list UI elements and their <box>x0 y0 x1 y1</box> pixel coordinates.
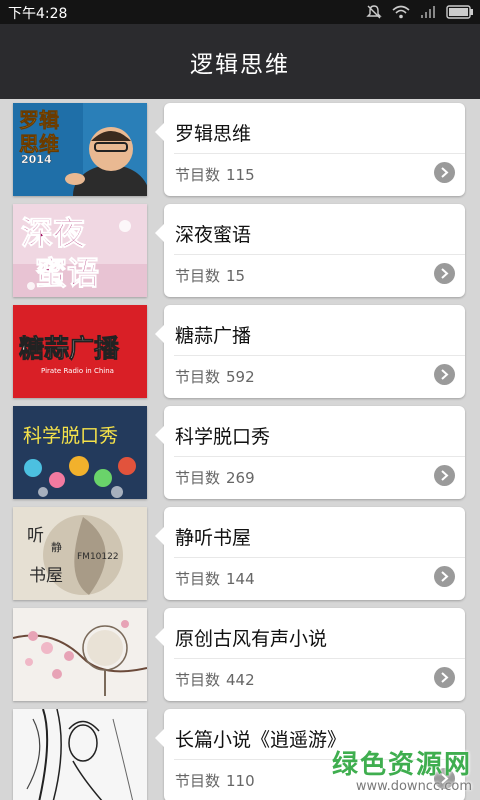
program-count: 节目数 15 <box>175 265 245 286</box>
divider <box>174 658 465 659</box>
kexue-thumbnail-image: 科学脱口秀 <box>13 406 147 499</box>
list-item[interactable]: 深夜 蜜语 深夜蜜语 节目数 15 <box>0 200 480 301</box>
card-pointer <box>155 729 164 747</box>
status-bar: 下午4:28 <box>0 0 480 24</box>
program-thumbnail[interactable]: 糖蒜广播 Pirate Radio in China <box>13 305 147 398</box>
count-label: 节目数 <box>175 469 221 487</box>
wifi-icon <box>392 5 410 19</box>
program-thumbnail[interactable]: 罗辑 思维 2014 <box>13 103 147 196</box>
program-title: 长篇小说《逍遥游》 <box>175 729 347 751</box>
program-list[interactable]: 罗辑 思维 2014 罗辑思维 节目数 115 深夜 蜜语 深夜蜜语 节目数 1… <box>0 99 480 800</box>
program-card[interactable]: 科学脱口秀 节目数 269 <box>155 406 465 499</box>
divider <box>174 355 465 356</box>
count-value: 269 <box>226 469 255 487</box>
count-value: 442 <box>226 671 255 689</box>
watermark: 绿色资源网 www.downcc.com <box>332 744 472 794</box>
thumbnail-text: 糖蒜广播 <box>19 334 120 363</box>
signal-icon <box>421 6 435 18</box>
card-pointer <box>155 325 164 343</box>
count-value: 592 <box>226 368 255 386</box>
program-title: 深夜蜜语 <box>175 224 252 246</box>
program-count: 节目数 442 <box>175 669 255 690</box>
count-label: 节目数 <box>175 267 221 285</box>
list-item[interactable]: 原创古风有声小说 节目数 442 <box>0 604 480 705</box>
count-value: 110 <box>226 772 255 790</box>
program-card[interactable]: 静听书屋 节目数 144 <box>155 507 465 600</box>
divider <box>174 153 465 154</box>
list-item[interactable]: 糖蒜广播 Pirate Radio in China 糖蒜广播 节目数 592 <box>0 301 480 402</box>
card-pointer <box>155 224 164 242</box>
count-value: 144 <box>226 570 255 588</box>
thumbnail-text: FM10122 <box>77 552 119 562</box>
thumbnail-text: 书屋 <box>29 566 63 586</box>
program-count: 节目数 115 <box>175 164 255 185</box>
program-title: 罗辑思维 <box>175 123 252 145</box>
program-card[interactable]: 罗辑思维 节目数 115 <box>155 103 465 196</box>
thumbnail-text: 2014 <box>21 153 52 166</box>
luoji-thumbnail-image: 罗辑 思维 2014 <box>13 103 147 196</box>
list-item[interactable]: 罗辑 思维 2014 罗辑思维 节目数 115 <box>0 99 480 200</box>
thumbnail-text: 科学脱口秀 <box>23 425 118 447</box>
list-item[interactable]: 科学脱口秀 科学脱口秀 节目数 269 <box>0 402 480 503</box>
program-card[interactable]: 深夜蜜语 节目数 15 <box>155 204 465 297</box>
watermark-title: 绿色资源网 <box>331 750 472 780</box>
program-thumbnail[interactable]: 科学脱口秀 <box>13 406 147 499</box>
program-title: 糖蒜广播 <box>175 325 252 347</box>
chevron-right-icon[interactable] <box>434 162 455 183</box>
status-icons <box>366 3 474 21</box>
mute-icon <box>366 5 382 19</box>
chevron-right-icon[interactable] <box>434 263 455 284</box>
program-thumbnail[interactable]: 深夜 蜜语 <box>13 204 147 297</box>
program-count: 节目数 269 <box>175 467 255 488</box>
count-label: 节目数 <box>175 570 221 588</box>
gufeng-thumbnail-image <box>13 608 147 701</box>
program-thumbnail[interactable] <box>13 608 147 701</box>
chevron-right-icon[interactable] <box>434 667 455 688</box>
chevron-right-icon[interactable] <box>434 566 455 587</box>
program-thumbnail[interactable] <box>13 709 147 800</box>
list-item[interactable]: 听 静 书屋 FM10122 静听书屋 节目数 144 <box>0 503 480 604</box>
program-title: 科学脱口秀 <box>175 426 271 448</box>
count-label: 节目数 <box>175 368 221 386</box>
card-pointer <box>155 123 164 141</box>
program-count: 节目数 144 <box>175 568 255 589</box>
count-label: 节目数 <box>175 166 221 184</box>
jingting-thumbnail-image: 听 静 书屋 FM10122 <box>13 507 147 600</box>
divider <box>174 456 465 457</box>
divider <box>174 557 465 558</box>
thumbnail-text: 听 <box>27 526 44 546</box>
thumbnail-text: 深夜 <box>21 214 86 252</box>
chevron-right-icon[interactable] <box>434 465 455 486</box>
thumbnail-text: 静 <box>51 540 62 554</box>
xiaoyao-thumbnail-image <box>13 709 147 800</box>
count-value: 115 <box>226 166 255 184</box>
divider <box>174 254 465 255</box>
count-label: 节目数 <box>175 772 221 790</box>
card-pointer <box>155 426 164 444</box>
app-header: 逻辑思维 <box>0 24 480 99</box>
program-title: 静听书屋 <box>175 527 252 549</box>
thumbnail-text: 蜜语 <box>35 254 99 292</box>
card-pointer <box>155 527 164 545</box>
battery-icon <box>446 5 473 19</box>
tangsuan-thumbnail-image: 糖蒜广播 Pirate Radio in China <box>13 305 147 398</box>
thumbnail-text: 罗辑 <box>19 108 59 132</box>
count-label: 节目数 <box>175 671 221 689</box>
thumbnail-text: Pirate Radio in China <box>41 367 114 375</box>
program-count: 节目数 110 <box>175 770 255 791</box>
program-card[interactable]: 原创古风有声小说 节目数 442 <box>155 608 465 701</box>
program-count: 节目数 592 <box>175 366 255 387</box>
watermark-url: www.downcc.com <box>355 779 472 794</box>
program-card[interactable]: 糖蒜广播 节目数 592 <box>155 305 465 398</box>
shenye-thumbnail-image: 深夜 蜜语 <box>13 204 147 297</box>
count-value: 15 <box>226 267 246 285</box>
status-time: 下午4:28 <box>8 6 68 22</box>
card-pointer <box>155 628 164 646</box>
program-thumbnail[interactable]: 听 静 书屋 FM10122 <box>13 507 147 600</box>
program-title: 原创古风有声小说 <box>175 628 328 650</box>
page-title: 逻辑思维 <box>190 51 290 78</box>
chevron-right-icon[interactable] <box>434 364 455 385</box>
